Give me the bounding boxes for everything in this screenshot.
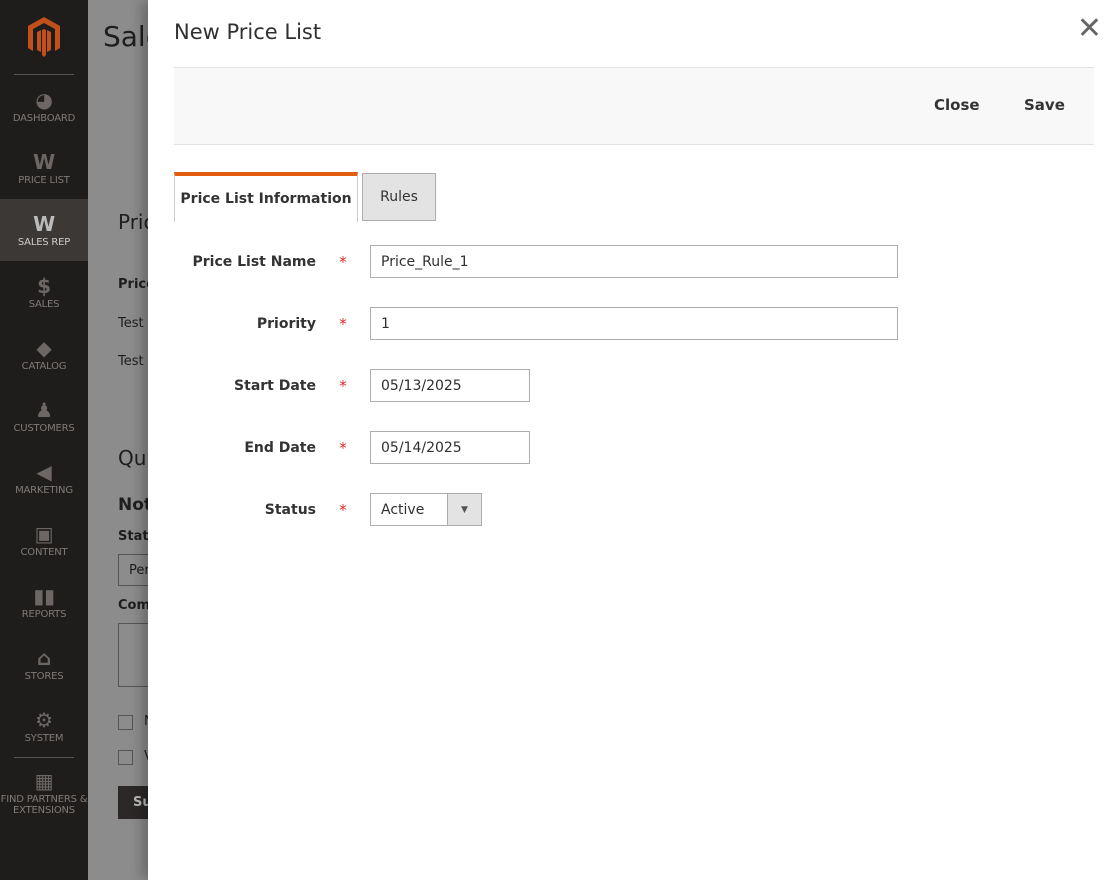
submit-button: Su [118, 786, 148, 819]
dashboard-icon: ◕ [35, 87, 53, 112]
nav-catalog[interactable]: ◆ CATALOG [0, 323, 88, 385]
background-page: Sale Pric Price Test I Test I Qu Not Sta… [88, 0, 148, 880]
dollar-icon: $ [37, 273, 51, 298]
nav-dashboard[interactable]: ◕ DASHBOARD [0, 75, 88, 137]
price-list-name-input[interactable]: Price_Rule_1 [370, 245, 898, 278]
close-icon[interactable]: ✕ [1077, 14, 1102, 44]
action-bar: Close Save [174, 67, 1094, 145]
person-icon: ♟ [35, 397, 53, 422]
store-icon: ⌂ [36, 645, 52, 670]
tab-price-list-information[interactable]: Price List Information [174, 172, 358, 222]
required-mark: * [339, 252, 347, 271]
lego-brick-icon: ▦ [34, 768, 54, 793]
nav-reports[interactable]: ▮▮ REPORTS [0, 571, 88, 633]
notes-heading: Not [118, 495, 148, 515]
priority-input[interactable]: 1 [370, 307, 898, 340]
nav-customers[interactable]: ♟ CUSTOMERS [0, 385, 88, 447]
page-title: Sale [103, 20, 148, 53]
section-heading: Pric [118, 210, 148, 234]
gear-icon: ⚙ [35, 707, 53, 732]
start-date-label: Start Date [234, 377, 316, 394]
nav-sales-rep[interactable]: W SALES REP [0, 199, 88, 261]
table-row: Test I [118, 316, 148, 331]
end-date-label: End Date [244, 439, 316, 456]
nav-marketing[interactable]: ◀ MARKETING [0, 447, 88, 509]
w-logo-icon: W [33, 149, 55, 174]
status-value: Active [381, 501, 425, 518]
start-date-input[interactable]: 05/13/2025 [370, 369, 530, 402]
nav-sales[interactable]: $ SALES [0, 261, 88, 323]
layout-icon: ▣ [34, 521, 54, 546]
save-button[interactable]: Save [1024, 96, 1065, 114]
required-mark: * [339, 438, 347, 457]
magento-logo[interactable] [14, 0, 74, 75]
admin-sidebar: ◕ DASHBOARD W PRICE LIST W SALES REP $ SALES… [0, 0, 88, 880]
status-label: Statu [118, 529, 148, 544]
status-label: Status [264, 501, 316, 518]
column-header: Price [118, 277, 148, 292]
nav-price-list[interactable]: W PRICE LIST [0, 137, 88, 199]
end-date-input[interactable]: 05/14/2025 [370, 431, 530, 464]
section-heading: Qu [118, 446, 147, 470]
required-mark: * [339, 314, 347, 333]
priority-label: Priority [256, 315, 316, 332]
new-price-list-modal: New Price List ✕ Close Save Price List I… [148, 0, 1120, 880]
box-icon: ◆ [36, 335, 52, 360]
megaphone-icon: ◀ [36, 459, 52, 484]
tab-rules[interactable]: Rules [362, 173, 436, 221]
modal-title: New Price List [174, 20, 322, 44]
close-button[interactable]: Close [934, 96, 980, 114]
nav-find-partners[interactable]: ▦ FIND PARTNERS & EXTENSIONS [1, 757, 88, 827]
price-list-name-label: Price List Name [192, 253, 317, 270]
required-mark: * [339, 500, 347, 519]
nav-system[interactable]: ⚙ SYSTEM [0, 695, 88, 757]
status-select: Per [118, 554, 148, 586]
comment-label: Com [118, 598, 148, 613]
bar-chart-icon: ▮▮ [33, 583, 55, 608]
status-select[interactable]: Active ▼ [370, 493, 482, 526]
w-logo-icon: W [33, 211, 55, 236]
nav-content[interactable]: ▣ CONTENT [0, 509, 88, 571]
nav-stores[interactable]: ⌂ STORES [0, 633, 88, 695]
table-row: Test I [118, 354, 148, 369]
chevron-down-icon[interactable]: ▼ [447, 494, 481, 525]
required-mark: * [339, 376, 347, 395]
